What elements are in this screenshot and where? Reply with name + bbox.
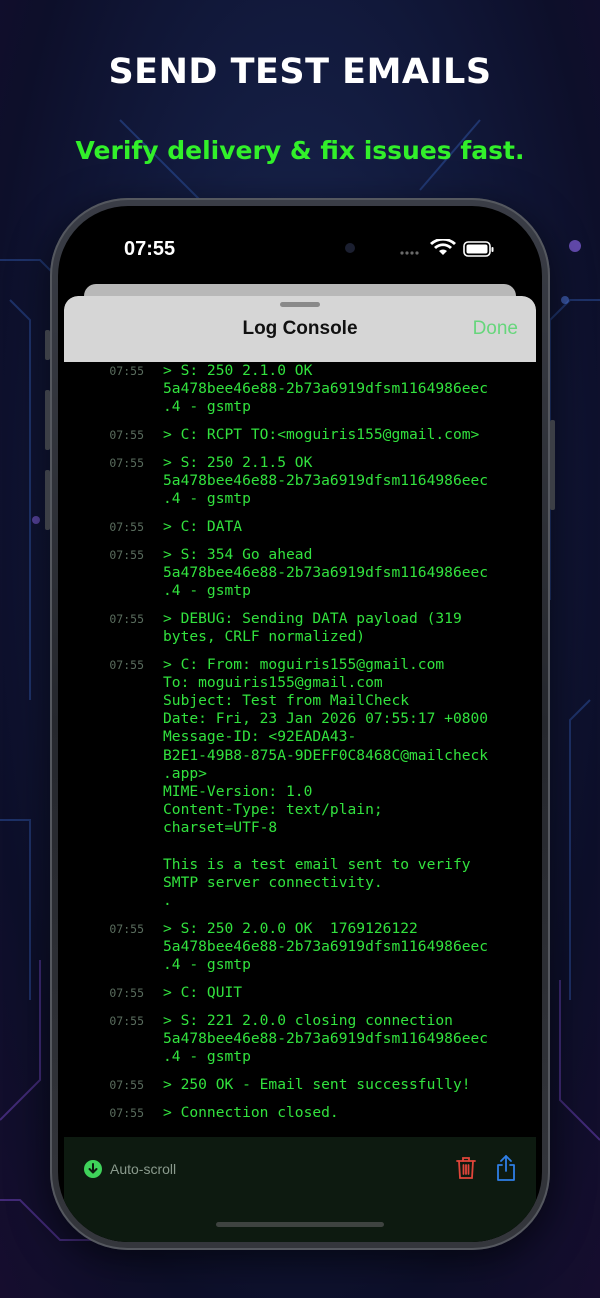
log-message: > S: 221 2.0.0 closing connection 5a478b… — [163, 1011, 489, 1066]
log-message: > C: DATA — [163, 517, 243, 535]
log-message: > C: RCPT TO:<moguiris155@gmail.com> — [163, 426, 480, 444]
log-scroll-area[interactable]: 07:55 > S: 250 2.1.0 OK 5a478bee46e88-2b7… — [64, 362, 536, 1137]
log-timestamp: 07:55 — [109, 519, 144, 534]
log-timestamp: 07:55 — [109, 547, 144, 562]
log-console-sheet: Log Console Done 07:55 > S: 250 2.1.0 OK … — [64, 296, 536, 1242]
log-message: > DEBUG: Sending DATA payload (319 bytes… — [163, 609, 462, 645]
autoscroll-toggle[interactable]: Auto-scroll — [84, 1159, 176, 1179]
phone-screen: 07:55 Log Console Done 07:55 > S: 250 2.… — [58, 206, 542, 1242]
autoscroll-label: Auto-scroll — [110, 1161, 177, 1177]
phone-power-button — [550, 420, 555, 510]
sheet-title: Log Console — [242, 318, 358, 339]
share-icon — [497, 1155, 515, 1181]
log-message: > C: QUIT — [163, 984, 243, 1002]
log-entry: 07:55 > S: 354 Go ahead 5a478bee46e88-2b7… — [64, 546, 536, 601]
log-message: > S: 250 2.1.0 OK 5a478bee46e88-2b73a691… — [163, 362, 489, 416]
log-timestamp: 07:55 — [109, 986, 144, 1001]
log-list: 07:55 > S: 250 2.1.0 OK 5a478bee46e88-2b7… — [64, 362, 536, 1131]
log-entry: 07:55 > C: RCPT TO:<moguiris155@gmail.com… — [64, 426, 536, 444]
log-entry: 07:55 > DEBUG: Sending DATA payload (319 … — [64, 610, 536, 646]
log-entry: 07:55 > C: From: moguiris155@gmail.com To… — [64, 656, 536, 911]
sheet-header: Log Console Done — [64, 296, 536, 362]
home-indicator[interactable] — [216, 1222, 384, 1227]
phone-volume-up-button — [45, 390, 50, 450]
log-entry: 07:55 > S: 250 2.1.0 OK 5a478bee46e88-2b7… — [64, 362, 536, 417]
log-timestamp: 07:55 — [109, 657, 144, 672]
log-entry: 07:55 > S: 250 2.0.0 OK 1769126122 5a478b… — [64, 920, 536, 975]
log-timestamp: 07:55 — [109, 1013, 144, 1028]
log-entry: 07:55 > Connection closed. — [64, 1104, 536, 1122]
log-timestamp: 07:55 — [109, 455, 144, 470]
phone-volume-down-button — [45, 470, 50, 530]
battery-icon — [463, 241, 494, 257]
camera-dot — [345, 243, 355, 253]
log-timestamp: 07:55 — [109, 364, 144, 378]
promo-subheadline: Verify delivery & fix issues fast. — [75, 136, 525, 165]
log-message: > S: 354 Go ahead 5a478bee46e88-2b73a691… — [163, 545, 489, 600]
log-timestamp: 07:55 — [109, 921, 144, 936]
promo-headline: SEND TEST EMAILS — [108, 52, 492, 92]
log-entry: 07:55 > C: QUIT — [64, 984, 536, 1002]
log-timestamp: 07:55 — [109, 611, 144, 626]
status-icons — [398, 237, 508, 259]
phone-side-button — [45, 330, 50, 360]
share-logs-button[interactable] — [495, 1154, 517, 1182]
log-entry: 07:55 > S: 221 2.0.0 closing connection 5… — [64, 1012, 536, 1067]
log-message: > S: 250 2.0.0 OK 1769126122 5a478bee46e… — [163, 919, 489, 974]
log-entry: 07:55 > 250 OK - Email sent successfully! — [64, 1076, 536, 1094]
trash-icon — [456, 1157, 476, 1179]
wifi-icon — [430, 237, 456, 255]
done-button[interactable]: Done — [473, 318, 518, 340]
log-timestamp: 07:55 — [109, 1105, 144, 1120]
arrow-down-circle-icon — [84, 1160, 102, 1178]
log-message: > Connection closed. — [163, 1103, 339, 1121]
log-entry: 07:55 > C: DATA — [64, 518, 536, 536]
status-time: 07:55 — [124, 238, 176, 260]
log-entry: 07:55 > S: 250 2.1.5 OK 5a478bee46e88-2b7… — [64, 454, 536, 509]
log-timestamp: 07:55 — [109, 428, 144, 443]
cellular-signal-icon — [400, 251, 419, 255]
delete-logs-button[interactable] — [455, 1155, 477, 1181]
log-timestamp: 07:55 — [109, 1077, 144, 1092]
log-message: > C: From: moguiris155@gmail.com To: mog… — [163, 655, 489, 910]
log-message: > S: 250 2.1.5 OK 5a478bee46e88-2b73a691… — [163, 453, 489, 508]
log-message: > 250 OK - Email sent successfully! — [163, 1075, 471, 1093]
sheet-grabber[interactable] — [280, 302, 320, 307]
